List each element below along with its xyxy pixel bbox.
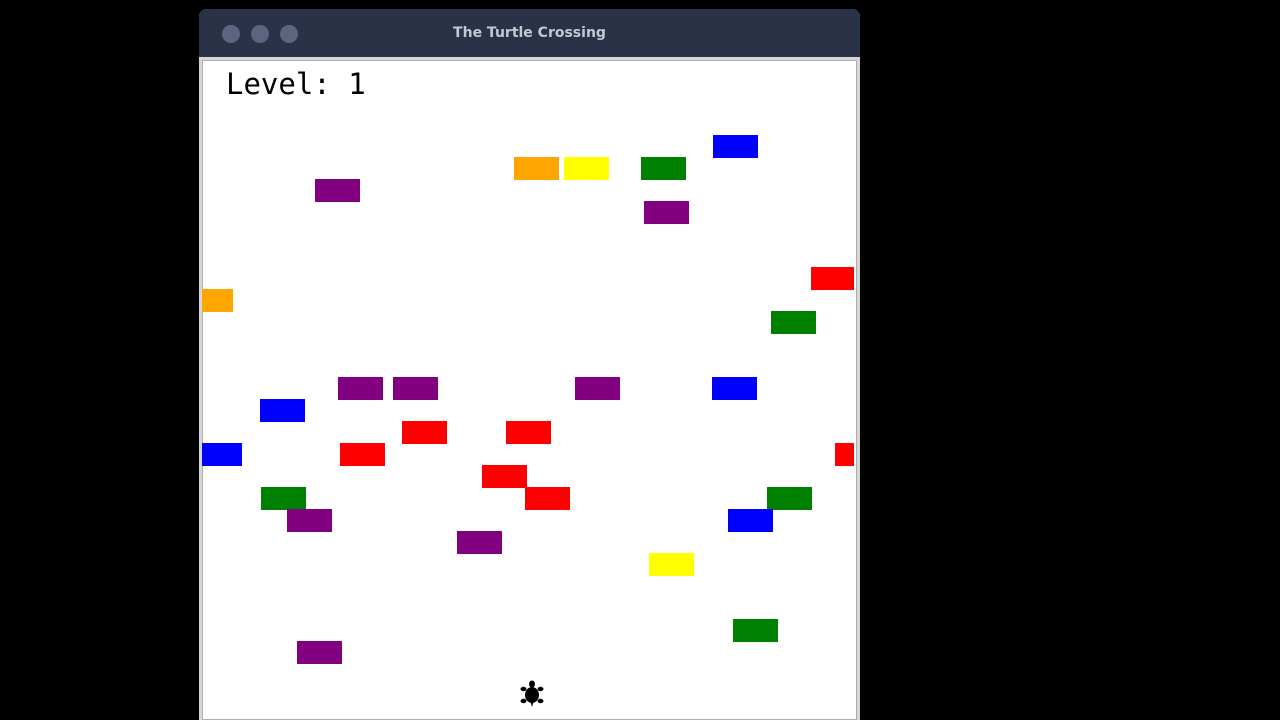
- turtle-leg: [537, 698, 544, 704]
- car-orange: [202, 289, 233, 312]
- game-canvas[interactable]: Level: 1: [202, 60, 857, 720]
- level-label: Level:: [226, 67, 331, 101]
- car-green: [767, 487, 812, 510]
- car-red: [506, 421, 551, 444]
- turtle-leg: [520, 698, 527, 704]
- car-purple: [644, 201, 689, 224]
- car-purple: [457, 531, 502, 554]
- car-red: [340, 443, 385, 466]
- car-green: [733, 619, 778, 642]
- level-value: 1: [348, 67, 366, 101]
- car-orange: [514, 157, 559, 180]
- window-titlebar[interactable]: The Turtle Crossing: [199, 9, 860, 57]
- turtle-shell: [525, 687, 539, 703]
- turtle-leg: [520, 686, 527, 692]
- car-yellow: [564, 157, 609, 180]
- turtle-icon[interactable]: [520, 680, 544, 708]
- car-red: [525, 487, 570, 510]
- canvas-frame: Level: 1: [199, 57, 860, 720]
- car-purple: [338, 377, 383, 400]
- car-purple: [315, 179, 360, 202]
- game-window: The Turtle Crossing Level: 1: [199, 9, 860, 720]
- car-blue: [712, 377, 757, 400]
- car-blue: [260, 399, 305, 422]
- car-green: [261, 487, 306, 510]
- car-purple: [287, 509, 332, 532]
- car-red: [811, 267, 854, 290]
- level-display: Level: 1: [226, 67, 366, 101]
- car-blue: [202, 443, 242, 466]
- car-red: [482, 465, 527, 488]
- turtle-tail: [530, 702, 534, 707]
- car-blue: [728, 509, 773, 532]
- car-purple: [297, 641, 342, 664]
- car-red: [402, 421, 447, 444]
- turtle-leg: [537, 686, 544, 692]
- turtle-head: [529, 680, 535, 688]
- window-title: The Turtle Crossing: [453, 25, 606, 41]
- car-green: [641, 157, 686, 180]
- car-yellow: [649, 553, 694, 576]
- car-red: [835, 443, 854, 466]
- car-green: [771, 311, 816, 334]
- car-purple: [393, 377, 438, 400]
- car-purple: [575, 377, 620, 400]
- car-blue: [713, 135, 758, 158]
